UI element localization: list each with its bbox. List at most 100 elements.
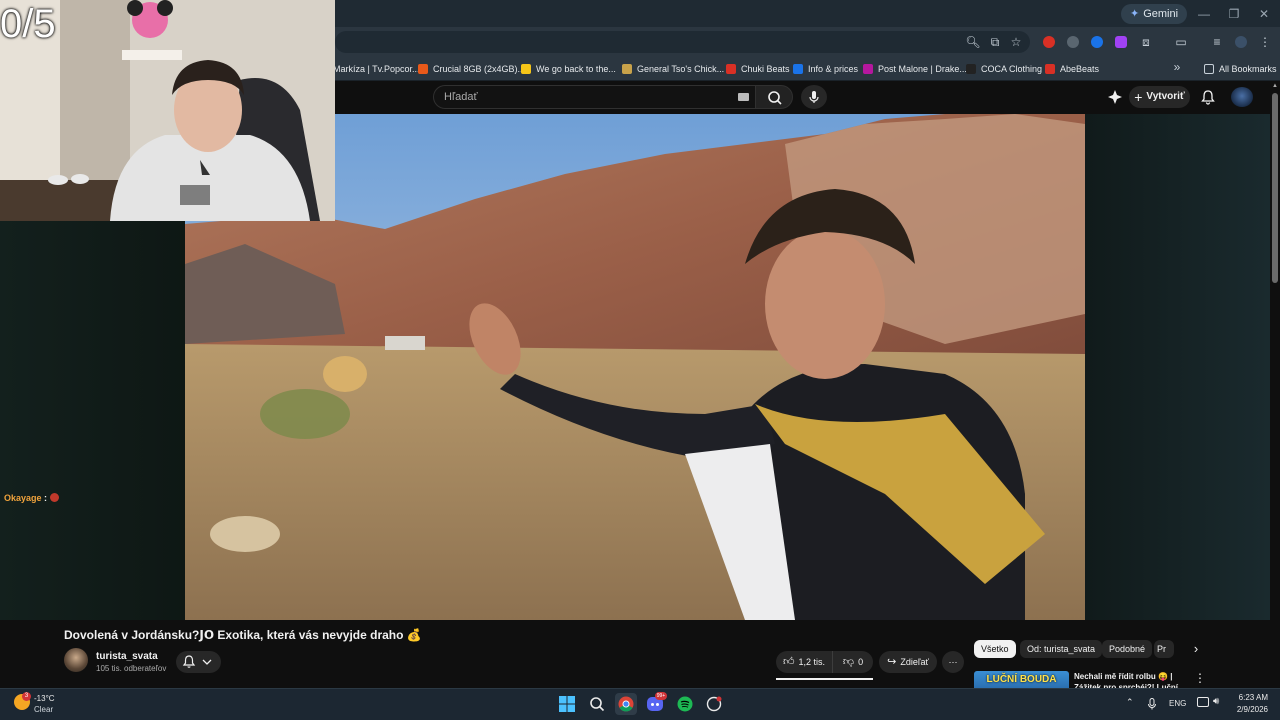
- recommendation-menu-icon[interactable]: ⋮: [1193, 671, 1207, 685]
- bookmark-label: We go back to the...: [536, 64, 616, 74]
- reading-list-icon[interactable]: ≡: [1208, 33, 1226, 51]
- recipe-icon: [622, 64, 632, 74]
- sparkle-icon[interactable]: [1107, 89, 1123, 105]
- bookmark-label: AbeBeats: [1060, 64, 1100, 74]
- stream-counter: 0/5: [0, 2, 56, 46]
- notifications-bell-icon[interactable]: [1199, 88, 1217, 106]
- music-icon: [863, 64, 873, 74]
- address-bar[interactable]: [335, 31, 1030, 53]
- share-button[interactable]: ↪ Zdieľať: [879, 651, 937, 673]
- gemini-icon: ✦: [1130, 8, 1140, 20]
- gemini-button[interactable]: ✦ Gemini: [1121, 4, 1188, 24]
- chrome-taskbar-icon[interactable]: [615, 693, 637, 715]
- app-taskbar-icon[interactable]: [703, 693, 725, 715]
- like-button[interactable]: 👍︎ 1,2 tis.: [776, 651, 833, 673]
- chip-partial[interactable]: Pr: [1154, 640, 1174, 658]
- clothing-icon: [966, 64, 976, 74]
- taskbar: [0, 688, 1280, 720]
- recommendation-title[interactable]: Nechali mě řídit rolbu 😝 | Zážitek pro s…: [1074, 671, 1184, 688]
- weather-badge: 3: [22, 692, 31, 701]
- tray-microphone-icon[interactable]: [1147, 697, 1157, 710]
- search-input[interactable]: Hľadať: [433, 85, 755, 109]
- menu-kebab-icon[interactable]: ⋮: [1256, 33, 1274, 51]
- bookmark-item[interactable]: Info & prices: [793, 60, 858, 78]
- chips-next-icon[interactable]: ›: [1186, 640, 1206, 658]
- recommendation-thumbnail[interactable]: LUČNÍ BOUDA: [974, 671, 1069, 688]
- bookmark-item[interactable]: We go back to the...: [521, 60, 616, 78]
- bookmark-item[interactable]: Post Malone | Drake...: [863, 60, 967, 78]
- bell-icon: [182, 655, 212, 668]
- chat-message: Okayage :: [4, 493, 59, 503]
- g-icon: [521, 64, 531, 74]
- tray-volume-icon[interactable]: 🔊︎: [1213, 696, 1225, 708]
- install-app-icon[interactable]: ⧉: [986, 33, 1004, 51]
- share-label: Zdieľať: [900, 657, 929, 667]
- bookmark-item[interactable]: AbeBeats: [1045, 60, 1099, 78]
- extension-grey-icon[interactable]: [1067, 36, 1079, 48]
- chat-emote-icon: [49, 493, 59, 502]
- search-icon: [768, 91, 782, 105]
- all-bookmarks-button[interactable]: All Bookmarks: [1204, 60, 1277, 78]
- voice-search-button[interactable]: [801, 85, 827, 109]
- video-title: Dovolená v Jordánsku?𝗝𝗢 Exotika, která v…: [64, 628, 422, 642]
- more-actions-button[interactable]: ⋯: [942, 651, 964, 673]
- maximize-icon[interactable]: ❐: [1219, 4, 1249, 24]
- chip-related[interactable]: Podobné: [1102, 640, 1153, 658]
- share-icon: ↪: [887, 656, 897, 668]
- subscription-bell-button[interactable]: [176, 651, 221, 673]
- dislike-button[interactable]: 👎︎ 0: [833, 651, 873, 673]
- discord-badge: 99+: [655, 692, 667, 700]
- bookmark-item[interactable]: COCA Clothing: [966, 60, 1042, 78]
- bookmark-item[interactable]: Chuki Beats: [726, 60, 790, 78]
- bookmark-item[interactable]: General Tso's Chick...: [622, 60, 724, 78]
- weather-condition[interactable]: Clear: [34, 705, 53, 714]
- plus-icon: +: [1134, 89, 1143, 105]
- bookmark-label: Crucial 8GB (2x4GB)...: [433, 64, 526, 74]
- account-avatar[interactable]: [1231, 87, 1253, 107]
- channel-name[interactable]: turista_svata: [96, 651, 158, 662]
- bookmark-star-icon[interactable]: ☆: [1007, 33, 1025, 51]
- bookmark-item[interactable]: Crucial 8GB (2x4GB)...: [418, 60, 525, 78]
- chip-all[interactable]: Všetko: [974, 640, 1016, 658]
- bookmark-label: COCA Clothing: [981, 64, 1043, 74]
- extension-blue-icon[interactable]: [1091, 36, 1103, 48]
- minimize-icon[interactable]: —: [1189, 4, 1219, 24]
- search-placeholder: Hľadať: [444, 91, 478, 103]
- bookmark-label: Info & prices: [808, 64, 859, 74]
- crucial-icon: [418, 64, 428, 74]
- channel-avatar[interactable]: [64, 648, 88, 672]
- weather-temperature[interactable]: -13°C: [34, 694, 55, 703]
- bookmarks-overflow-icon[interactable]: »: [1168, 58, 1186, 76]
- profile-avatar[interactable]: [1235, 36, 1247, 48]
- keyboard-icon[interactable]: [738, 93, 749, 101]
- clock-date[interactable]: 2/9/2026: [1234, 705, 1268, 714]
- chat-separator: :: [44, 493, 48, 503]
- microphone-icon: [809, 91, 819, 103]
- start-windows-icon[interactable]: [556, 693, 578, 715]
- zoom-icon[interactable]: 🔍︎: [964, 33, 982, 51]
- tray-display-icon[interactable]: [1197, 697, 1209, 707]
- clock-time[interactable]: 6:23 AM: [1236, 693, 1268, 702]
- gemini-label: Gemini: [1143, 8, 1179, 20]
- subscriber-count: 105 tis. odberateľov: [96, 664, 167, 673]
- scroll-up-icon[interactable]: ▲: [1271, 83, 1279, 91]
- spotify-taskbar-icon[interactable]: [674, 693, 696, 715]
- thumbs-down-icon: 👎︎: [842, 656, 855, 668]
- extension-red-icon[interactable]: [1043, 36, 1055, 48]
- bookmark-label: Chuki Beats: [741, 64, 790, 74]
- thumbs-up-icon: 👍︎: [782, 656, 795, 668]
- folder-icon: [1204, 64, 1214, 74]
- cast-icon[interactable]: ▭: [1172, 33, 1190, 51]
- create-label: Vytvoriť: [1146, 91, 1185, 102]
- scrollbar-thumb[interactable]: [1272, 93, 1278, 283]
- taskbar-search-icon[interactable]: [586, 693, 608, 715]
- chip-from-channel[interactable]: Od: turista_svata: [1020, 640, 1103, 658]
- tray-overflow-icon[interactable]: ⌃: [1126, 697, 1136, 707]
- create-button[interactable]: + Vytvoriť: [1129, 86, 1190, 108]
- input-language[interactable]: ENG: [1169, 699, 1186, 708]
- extensions-puzzle-icon[interactable]: ⧈: [1137, 33, 1155, 51]
- extension-purple-icon[interactable]: [1115, 36, 1127, 48]
- search-button[interactable]: [755, 85, 793, 109]
- close-icon[interactable]: ✕: [1249, 4, 1279, 24]
- like-ratio-bar: [776, 678, 873, 680]
